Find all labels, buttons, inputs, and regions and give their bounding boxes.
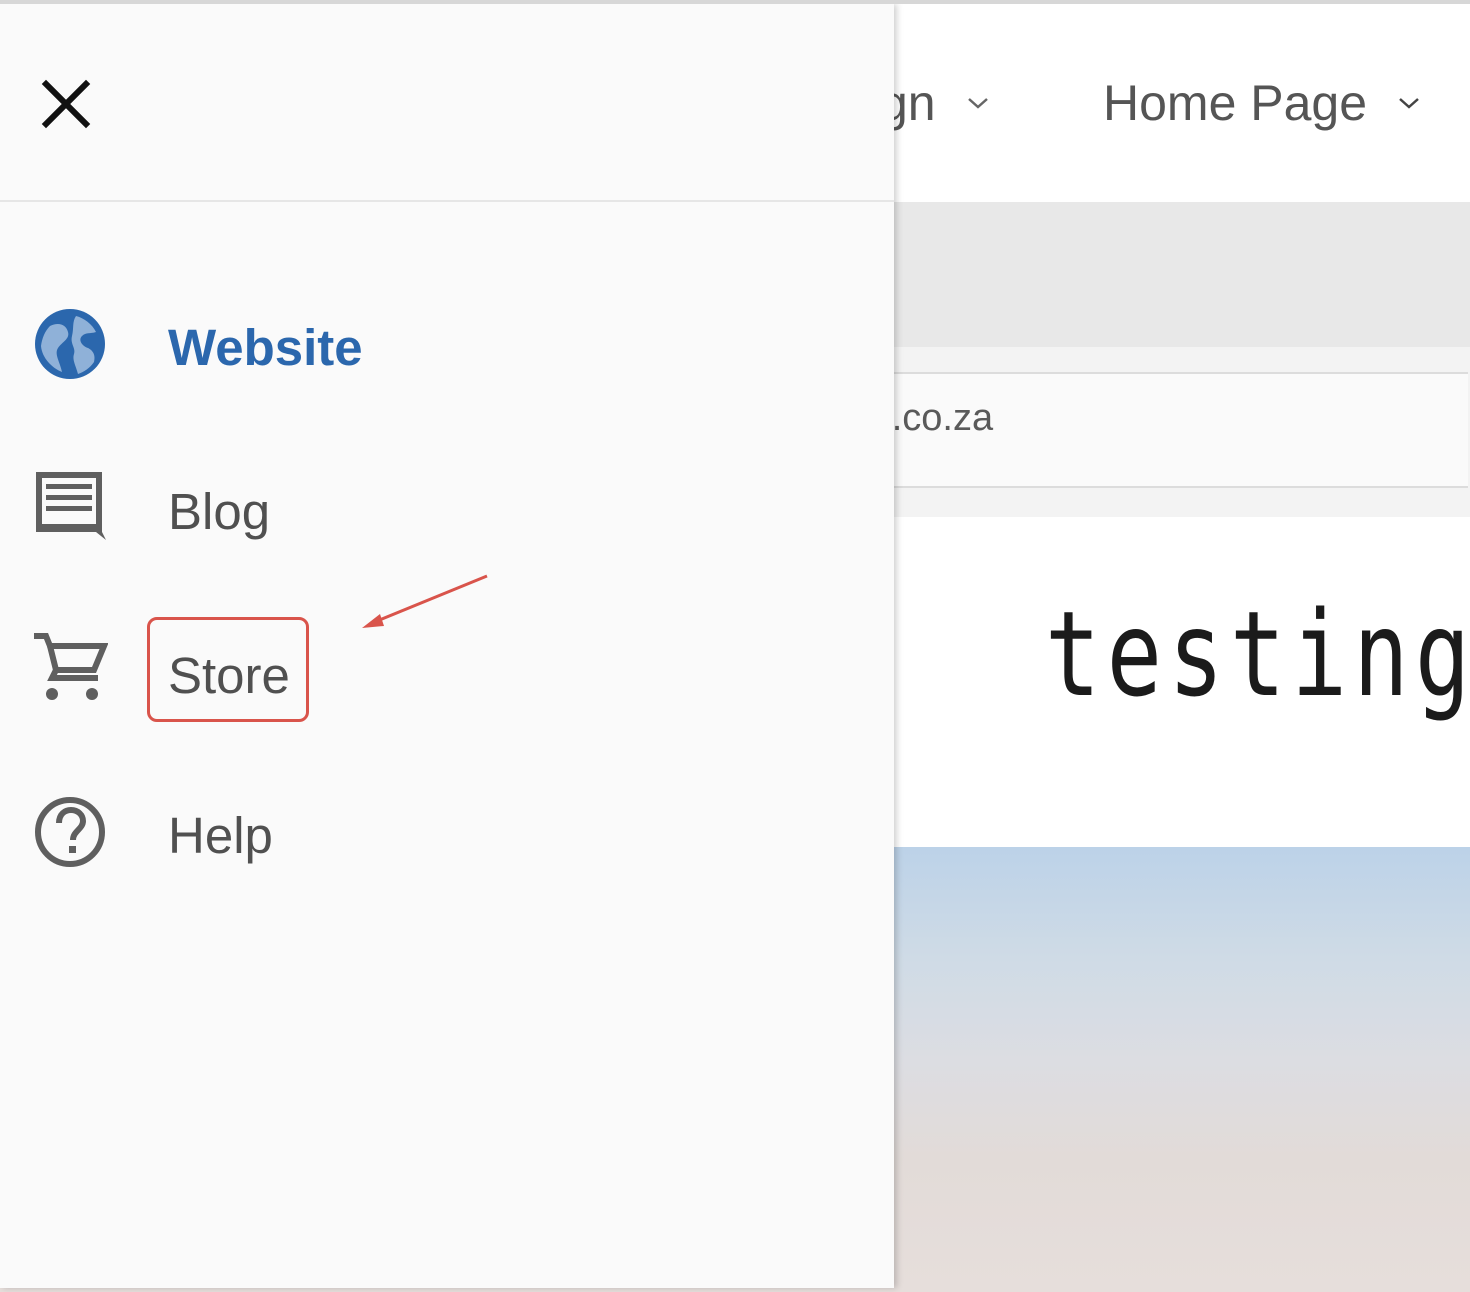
drawer-item-website[interactable]: Website: [0, 284, 894, 404]
drawer-item-blog[interactable]: Blog: [0, 448, 894, 568]
close-icon: [41, 79, 91, 129]
close-button[interactable]: [30, 68, 102, 140]
drawer-item-help[interactable]: Help: [0, 774, 894, 894]
topnav-design-dropdown[interactable]: gn: [880, 74, 990, 132]
annotation-highlight-box: [147, 617, 309, 722]
topnav-page-label: Home Page: [1103, 75, 1368, 131]
cart-icon: [34, 633, 108, 700]
drawer-header: [0, 4, 894, 202]
chevron-down-icon: [967, 98, 988, 109]
navigation-drawer: Website Blog Store Help: [0, 4, 894, 1288]
help-icon: [35, 797, 105, 867]
window-top-border: [0, 0, 1470, 4]
annotation-arrow-icon: [362, 574, 488, 628]
chevron-down-icon: [1399, 98, 1419, 109]
globe-icon: [35, 309, 105, 379]
site-logo: testing: [1045, 585, 1470, 723]
blog-icon: [36, 472, 106, 540]
drawer-item-blog-label: Blog: [168, 483, 271, 540]
drawer-item-website-label: Website: [168, 319, 363, 376]
drawer-item-help-label: Help: [168, 807, 273, 864]
topnav-page-dropdown[interactable]: Home Page: [1103, 74, 1421, 132]
